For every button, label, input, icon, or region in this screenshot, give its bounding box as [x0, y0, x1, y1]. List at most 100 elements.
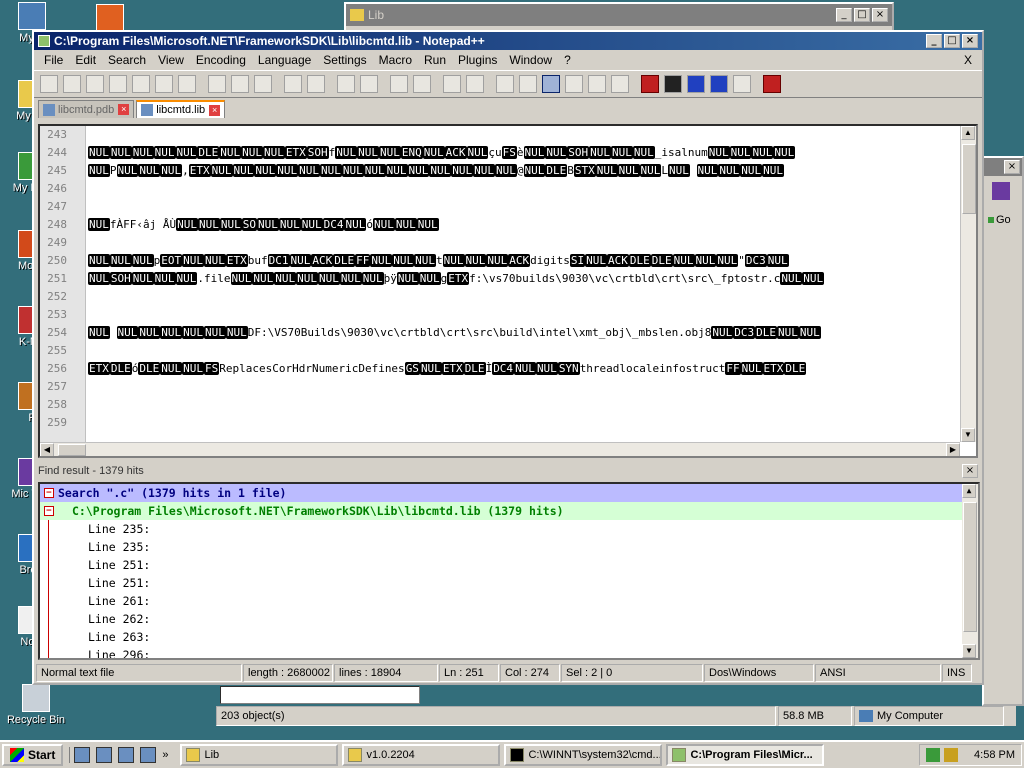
menu-window[interactable]: Window [503, 53, 558, 67]
menu-settings[interactable]: Settings [317, 53, 372, 67]
close-tab-icon[interactable]: × [118, 104, 130, 115]
new-file-icon[interactable] [40, 75, 58, 93]
find-icon[interactable] [337, 75, 355, 93]
redo-icon[interactable] [307, 75, 325, 93]
desktop-icon-recycle-bin[interactable]: Recycle Bin [4, 684, 68, 726]
explorer-window-right[interactable]: × Go [982, 156, 1024, 706]
close-document-button[interactable]: X [958, 53, 978, 67]
go-button[interactable]: Go [996, 214, 1011, 226]
notepadpp-titlebar[interactable]: C:\Program Files\Microsoft.NET\Framework… [34, 32, 982, 50]
task-lib[interactable]: Lib [180, 744, 339, 766]
notepadpp-window[interactable]: C:\Program Files\Microsoft.NET\Framework… [32, 30, 984, 685]
show-desktop-icon[interactable] [74, 747, 91, 763]
find-hit-line[interactable]: Line 262: [40, 610, 978, 628]
cut-icon[interactable] [208, 75, 226, 93]
maximize-button[interactable]: □ [944, 34, 960, 48]
sync-vertical-icon[interactable] [443, 75, 461, 93]
close-button[interactable]: × [872, 8, 888, 22]
record-macro-icon[interactable] [641, 75, 659, 93]
find-hit-line[interactable]: Line 235: [40, 538, 978, 556]
comment-icon[interactable] [565, 75, 583, 93]
pdf-icon[interactable] [611, 75, 629, 93]
find-hit-line[interactable]: Line 251: [40, 574, 978, 592]
editor-pane[interactable]: 243 244 245 246 247 248 249 250 251 252 253 254 255 2… [38, 124, 978, 458]
code-area[interactable]: NUL NUL NUL NUL NUL DLE NUL NUL NUL ETX SOHfNUL NUL… [88, 126, 960, 442]
close-tab-icon[interactable]: × [209, 104, 221, 116]
find-hit-line[interactable]: Line 261: [40, 592, 978, 610]
outlook-icon[interactable] [118, 747, 135, 763]
menu-view[interactable]: View [152, 53, 190, 67]
find-hit-line[interactable]: Line 263: [40, 628, 978, 646]
close-file-icon[interactable] [132, 75, 150, 93]
save-all-icon[interactable] [109, 75, 127, 93]
find-hit-line[interactable]: Line 235: [40, 520, 978, 538]
menu-encoding[interactable]: Encoding [190, 53, 252, 67]
paste-icon[interactable] [254, 75, 272, 93]
editor-horizontal-scrollbar[interactable]: ◀ ▶ [40, 442, 960, 456]
run-macro-multiple-icon[interactable] [710, 75, 728, 93]
scroll-thumb[interactable] [962, 144, 976, 214]
task-notepadpp[interactable]: C:\Program Files\Micr... [666, 744, 825, 766]
internet-explorer-icon[interactable] [96, 747, 113, 763]
scroll-left-arrow[interactable]: ◀ [40, 443, 54, 456]
maximize-button[interactable]: □ [854, 8, 870, 22]
sync-horizontal-icon[interactable] [466, 75, 484, 93]
scroll-down-arrow[interactable]: ▼ [961, 428, 975, 442]
editor-vertical-scrollbar[interactable]: ▲ ▼ [960, 126, 976, 442]
menu-search[interactable]: Search [102, 53, 152, 67]
scroll-up-arrow[interactable]: ▲ [961, 126, 975, 140]
scroll-up-arrow[interactable]: ▲ [962, 484, 976, 498]
save-icon[interactable] [86, 75, 104, 93]
find-hit-line[interactable]: Line 296: [40, 646, 978, 658]
tab-libcmtd-lib[interactable]: libcmtd.lib × [136, 100, 226, 118]
scroll-down-arrow[interactable]: ▼ [962, 644, 976, 658]
close-button[interactable]: × [962, 34, 978, 48]
menu-edit[interactable]: Edit [69, 53, 102, 67]
scroll-right-arrow[interactable]: ▶ [946, 443, 960, 456]
spell-check-icon[interactable] [763, 75, 781, 93]
find-search-line[interactable]: − Search ".c" (1379 hits in 1 file) [40, 484, 978, 502]
find-hit-line[interactable]: Line 251: [40, 556, 978, 574]
copy-icon[interactable] [231, 75, 249, 93]
menu-run[interactable]: Run [418, 53, 452, 67]
collapse-icon[interactable]: − [44, 506, 54, 516]
menu-file[interactable]: File [38, 53, 69, 67]
stop-macro-icon[interactable] [664, 75, 682, 93]
menu-plugins[interactable]: Plugins [452, 53, 503, 67]
word-wrap-icon[interactable] [496, 75, 514, 93]
close-find-panel-button[interactable]: × [962, 464, 978, 478]
lib-window[interactable]: Lib _ □ × [344, 2, 894, 32]
replace-icon[interactable] [360, 75, 378, 93]
menu-help[interactable]: ? [558, 53, 577, 67]
close-all-icon[interactable] [155, 75, 173, 93]
volume-tray-icon[interactable] [944, 748, 959, 762]
find-file-line[interactable]: − C:\Program Files\Microsoft.NET\Framewor… [40, 502, 978, 520]
show-all-chars-icon[interactable] [519, 75, 537, 93]
network-tray-icon[interactable] [926, 748, 941, 762]
minimize-button[interactable]: _ [836, 8, 852, 22]
address-input[interactable] [220, 686, 420, 704]
open-file-icon[interactable] [63, 75, 81, 93]
menu-language[interactable]: Language [252, 53, 317, 67]
menu-macro[interactable]: Macro [373, 53, 418, 67]
find-result-panel[interactable]: − Search ".c" (1379 hits in 1 file) − C:\P… [38, 482, 980, 660]
zoom-in-icon[interactable] [390, 75, 408, 93]
collapse-icon[interactable]: − [44, 488, 54, 498]
save-macro-icon[interactable] [733, 75, 751, 93]
start-button[interactable]: Start [2, 744, 64, 766]
task-cmd[interactable]: C:\WINNT\system32\cmd.... [504, 744, 663, 766]
search-icon[interactable] [140, 747, 157, 763]
print-icon[interactable] [178, 75, 196, 93]
scroll-thumb[interactable] [58, 444, 86, 456]
play-macro-icon[interactable] [687, 75, 705, 93]
scroll-thumb[interactable] [963, 502, 977, 632]
zoom-out-icon[interactable] [413, 75, 431, 93]
lib-window-titlebar[interactable]: Lib _ □ × [346, 4, 892, 26]
minimize-button[interactable]: _ [926, 34, 942, 48]
image-icon[interactable] [588, 75, 606, 93]
indent-guide-icon[interactable] [542, 75, 560, 93]
find-vertical-scrollbar[interactable]: ▲ ▼ [962, 484, 978, 658]
undo-icon[interactable] [284, 75, 302, 93]
task-v1-0-2204[interactable]: v1.0.2204 [342, 744, 501, 766]
tab-libcmtd-pdb[interactable]: libcmtd.pdb × [38, 100, 135, 118]
